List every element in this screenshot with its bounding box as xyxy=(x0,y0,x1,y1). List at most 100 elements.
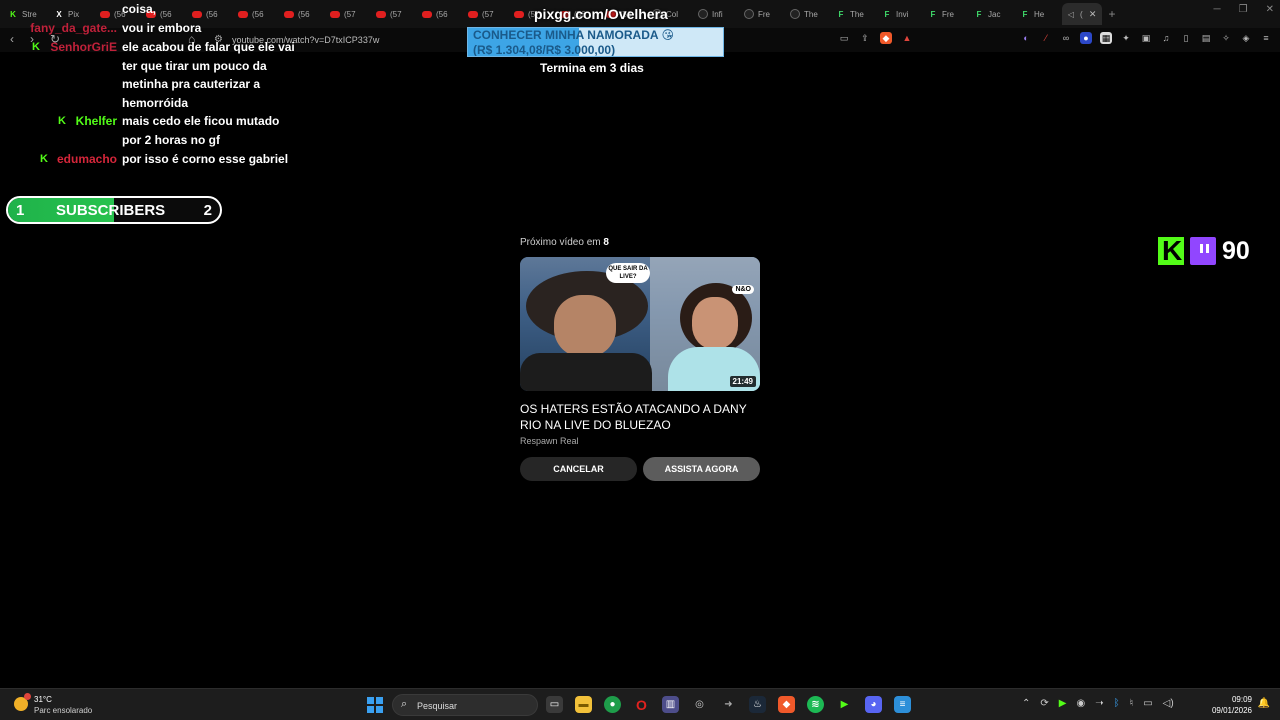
fr-icon: F xyxy=(838,9,844,19)
weather-temperature[interactable]: 31°C xyxy=(34,695,52,704)
share-icon[interactable]: ⇪ xyxy=(859,32,871,44)
notepad-icon[interactable]: ≡ xyxy=(894,696,911,713)
browser-tab[interactable]: F He xyxy=(1016,3,1062,25)
tray-app-icon[interactable]: ◉ xyxy=(1076,698,1085,709)
chat-username[interactable]: edumacho xyxy=(57,150,117,169)
browser-tab[interactable]: F Invi xyxy=(878,3,924,25)
screen-icon[interactable]: ▭ xyxy=(838,32,850,44)
search-icon: ⌕ xyxy=(401,698,408,710)
tab-label: (56 xyxy=(160,9,172,19)
system-tray: ⌃ ⟳ ▶ ◉ ➝ ᛒ ♮ ▭ ◁) xyxy=(1022,698,1174,709)
vpn-icon[interactable]: ◈ xyxy=(1240,32,1252,44)
extension-icon-1[interactable]: ◐ xyxy=(1020,32,1032,44)
steam-icon[interactable]: ♨ xyxy=(749,696,766,713)
youtube-icon xyxy=(422,10,432,18)
tab-label: Jac xyxy=(988,9,1001,19)
brave-icon[interactable]: ◆ xyxy=(778,696,795,713)
browser-tab[interactable]: Infi xyxy=(694,3,740,25)
app-icon-4[interactable]: ▶ xyxy=(836,696,853,713)
viewer-count: 90 xyxy=(1222,236,1250,265)
github-icon xyxy=(698,9,708,19)
up-next-thumbnail[interactable]: QUE SAIR DA LIVE? N&O 21:49 xyxy=(520,257,760,391)
browser-tab[interactable]: F Jac xyxy=(970,3,1016,25)
new-tab-button[interactable]: + xyxy=(1102,7,1122,21)
notification-bell-icon[interactable]: 🔔 xyxy=(1258,698,1270,709)
extension-icon-3[interactable]: ∞ xyxy=(1060,32,1072,44)
app-icon-1[interactable]: ▥ xyxy=(662,696,679,713)
browser-tab[interactable]: (57 xyxy=(464,3,510,25)
youtube-icon xyxy=(100,10,110,18)
sidebar-icon[interactable]: ▯ xyxy=(1180,32,1192,44)
bluetooth-icon[interactable]: ᛒ xyxy=(1114,698,1120,709)
file-explorer-icon[interactable]: ▬ xyxy=(575,696,592,713)
minimize-icon[interactable]: ─ xyxy=(1214,4,1221,15)
chat-message-text: vou ir embora xyxy=(122,21,202,35)
watch-now-button[interactable]: ASSISTA AGORA xyxy=(643,457,760,481)
subscribers-goal: 2 xyxy=(203,202,212,219)
x-icon: X xyxy=(56,9,62,19)
chat-message-text: mais cedo ele ficou mutado por 2 horas n… xyxy=(122,114,280,147)
browser-tab[interactable]: (57 xyxy=(372,3,418,25)
tray-chevron-icon[interactable]: ⌃ xyxy=(1022,698,1030,709)
brave-shield-icon[interactable]: ◆ xyxy=(880,32,892,44)
browser-tab[interactable]: ◁ (✕ xyxy=(1062,3,1102,25)
maximize-icon[interactable]: ❐ xyxy=(1239,4,1248,15)
windows-start-icon[interactable] xyxy=(367,697,383,713)
tray-sync-icon[interactable]: ⟳ xyxy=(1040,698,1048,709)
youtube-icon xyxy=(284,10,294,18)
chat-username[interactable]: SenhorGriE xyxy=(50,38,117,57)
browser-tab[interactable]: F The xyxy=(832,3,878,25)
microphone-icon[interactable]: ♮ xyxy=(1130,698,1134,709)
back-icon[interactable]: ‹ xyxy=(10,32,14,46)
up-next-title[interactable]: OS HATERS ESTÃO ATACANDO A DANY RIO NA L… xyxy=(520,401,765,433)
close-window-icon[interactable]: ✕ xyxy=(1266,4,1274,15)
video-duration: 21:49 xyxy=(729,376,756,387)
chat-message-text: ele acabou de falar que ele vai ter que … xyxy=(122,40,295,110)
taskbar-apps: ▭ ▬ ● O ▥ ◎ ➜ ♨ ◆ ≋ ▶ ◕ ≡ xyxy=(546,696,911,713)
cancel-button[interactable]: CANCELAR xyxy=(520,457,637,481)
volume-icon[interactable]: ◁) xyxy=(1163,698,1174,709)
thumbnail-speech-bubble: QUE SAIR DA LIVE? xyxy=(606,263,650,283)
browser-tab[interactable]: The xyxy=(786,3,832,25)
taskbar-search[interactable]: ⌕ Pesquisar xyxy=(392,694,538,716)
wallet-icon[interactable]: ▤ xyxy=(1200,32,1212,44)
window-controls: ─ ❐ ✕ xyxy=(1214,4,1274,15)
music-icon[interactable]: ♫ xyxy=(1160,32,1172,44)
screenshot-icon[interactable]: ▣ xyxy=(1140,32,1152,44)
app-icon-3[interactable]: ➜ xyxy=(720,696,737,713)
taskbar-clock[interactable]: 09:09 09/01/2026 xyxy=(1212,694,1252,716)
browser-tab[interactable]: Fre xyxy=(740,3,786,25)
extension-icon-4[interactable]: ● xyxy=(1080,32,1092,44)
discord-icon[interactable]: ◕ xyxy=(865,696,882,713)
menu-icon[interactable]: ≡ xyxy=(1260,32,1272,44)
up-next-countdown: 8 xyxy=(603,237,609,248)
tab-label: Invi xyxy=(896,9,909,19)
tab-label: Infi xyxy=(712,9,723,19)
weather-description[interactable]: Parc ensolarado xyxy=(34,706,92,715)
subscribers-current: 1 xyxy=(16,202,25,219)
spotify-icon[interactable]: ≋ xyxy=(807,696,824,713)
browser-tab[interactable]: (57 xyxy=(326,3,372,25)
brave-rewards-icon[interactable]: ▲ xyxy=(901,32,913,44)
up-next-label: Próximo vídeo em 8 xyxy=(520,237,609,248)
chat-username[interactable]: fany_da_gate... xyxy=(30,19,117,38)
kick-badge-icon: K xyxy=(32,41,40,53)
browser-tab[interactable]: F Fre xyxy=(924,3,970,25)
tab-close-icon[interactable]: ✕ xyxy=(1087,9,1099,20)
chat-username[interactable]: Khelfer xyxy=(76,112,117,131)
extension-icon-5[interactable]: ▦ xyxy=(1100,32,1112,44)
task-view-icon[interactable]: ▭ xyxy=(546,696,563,713)
browser-tab[interactable]: (56 xyxy=(418,3,464,25)
leo-icon[interactable]: ✧ xyxy=(1220,32,1232,44)
up-next-channel[interactable]: Respawn Real xyxy=(520,436,579,446)
tray-play-icon[interactable]: ▶ xyxy=(1059,698,1067,709)
opera-icon[interactable]: O xyxy=(633,696,650,713)
tab-label: (57 xyxy=(390,9,402,19)
puzzle-icon[interactable]: ✦ xyxy=(1120,32,1132,44)
network-icon[interactable]: ▭ xyxy=(1143,698,1152,709)
extension-icon-2[interactable]: ⁄ xyxy=(1040,32,1052,44)
chrome-icon[interactable]: ● xyxy=(604,696,621,713)
tray-arrow-icon[interactable]: ➝ xyxy=(1095,698,1103,709)
tab-label: He xyxy=(1034,9,1045,19)
app-icon-2[interactable]: ◎ xyxy=(691,696,708,713)
